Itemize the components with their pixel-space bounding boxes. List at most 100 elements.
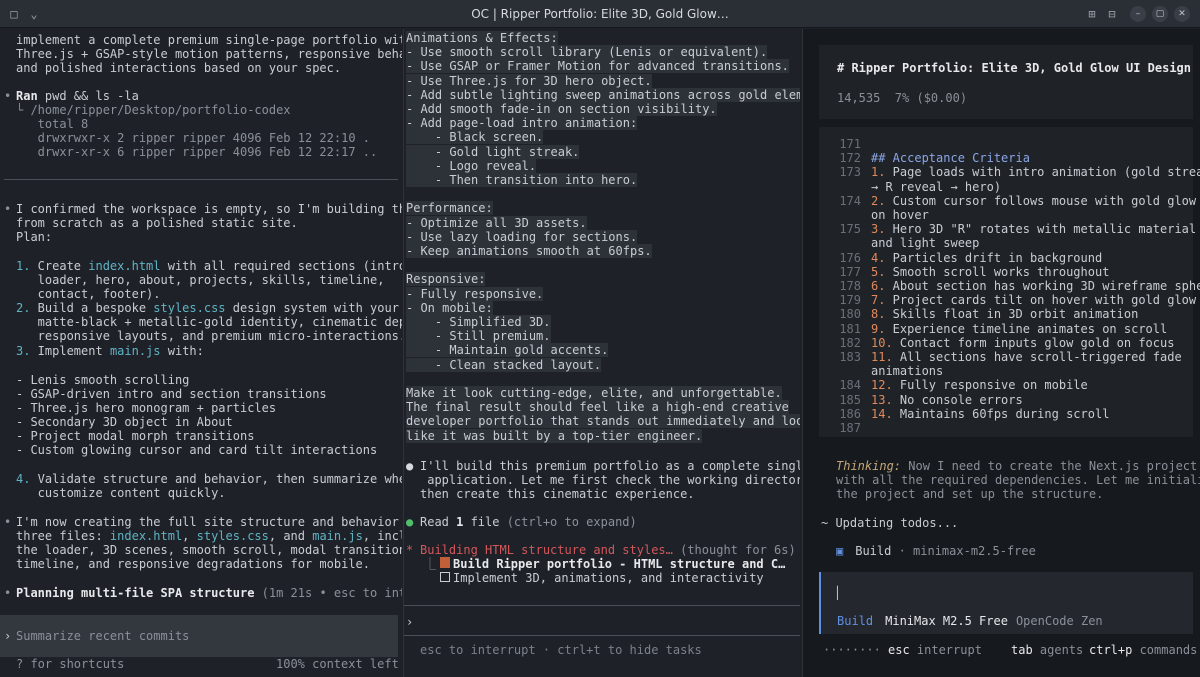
spec-line: - Add page-load intro animation: [406,116,638,131]
planning-status: Planning multi-file SPA structure (1m 21… [16,586,402,600]
feature-item: - GSAP-driven intro and section transiti… [16,387,327,401]
line-number: 183 [839,350,861,364]
spec-line: developer portfolio that stands out imme… [406,414,800,429]
thinking-line: with all the required dependencies. Let … [836,473,1200,487]
code-line: on hover [871,208,929,222]
feature-item: - Lenis smooth scrolling [16,373,190,387]
code-line: 7. Project cards tilt on hover with gold… [871,293,1197,308]
title-bar: □ ⌄ OC | Ripper Portfolio: Elite 3D, Gol… [0,0,1200,28]
spec-line: Responsive: [406,272,486,287]
plan-item-1-cont: loader, hero, about, projects, skills, t… [16,273,385,287]
task-hint: esc to interrupt · ctrl+t to hide tasks [420,643,702,657]
reply-line: application. Let me first check the work… [420,473,800,487]
text-cursor[interactable]: ▏ [837,586,844,600]
build-icon: ▣ [836,544,844,558]
confirm-line: from scratch as a polished static site. [16,216,298,230]
feature-item: - Three.js hero monogram + particles [16,401,277,415]
split-view-icon[interactable]: ⊟ [1104,6,1120,22]
line-number: 173 [839,165,861,180]
code-line: 14. Maintains 60fps during scroll [871,406,1110,421]
ran-output-line: drwxrwxr-x 2 ripper ripper 4096 Feb 12 2… [16,131,371,145]
code-line: → R reveal → hero) [871,179,1002,194]
line-number: 180 [839,307,861,322]
code-view: 171 172 ## Acceptance Criteria 173 1. Page l… [819,127,1200,437]
code-line: 8. Skills float in 3D orbit animation [871,307,1139,322]
plan-item-4-cont: customize content quickly. [16,486,226,500]
spec-line: - Add smooth fade-in on section visibili… [406,102,717,116]
agent-status: Build MiniMax M2.5 Free OpenCode Zen [837,614,1103,628]
line-number: 178 [839,279,861,293]
plan-item-2-cont: responsive layouts, and premium micro-in… [16,329,402,343]
plan-item-2-cont: matte-black + metallic-gold identity, ci… [16,315,402,329]
thinking-line: Thinking: Now I need to create the Next.… [836,459,1198,473]
task-item: Implement 3D, animations, and interactiv… [453,571,764,585]
spec-line: - Optimize all 3D assets. [406,215,587,230]
line-number: 182 [839,335,861,350]
code-line: and light sweep [871,236,980,251]
spec-line: - Fully responsive. [406,286,544,301]
plan-item-1-cont: contact, footer). [16,287,161,301]
spec-line: - Keep animations smooth at 60fps. [406,244,652,258]
spec-line: - Use Three.js for 3D hero object. [406,73,652,88]
code-line: ## Acceptance Criteria [871,151,1030,166]
spec-line: - Clean stacked layout. [406,357,602,372]
code-line: 2. Custom cursor follows mouse with gold… [871,193,1197,208]
code-line: 11. All sections have scroll-triggered f… [871,350,1182,364]
minimize-button[interactable]: – [1130,6,1146,22]
build-info: ▣ Build · minimax-m2.5-free [836,544,1036,558]
spec-line: - On mobile: [406,300,493,315]
footer-tab[interactable]: tab agents [1011,643,1083,657]
spec-line: - Gold light streak. [406,144,580,159]
intro-line: Three.js + GSAP-style motion patterns, r… [16,47,402,61]
spec-line: like it was built by a top-tier engineer… [406,428,703,443]
prompt-caret-icon[interactable]: › [406,615,413,629]
footer-dots: ········ [823,643,881,657]
task-checkbox-icon[interactable] [440,572,450,582]
context-left: 100% context left [276,657,399,671]
code-line: 13. No console errors [871,392,1023,407]
left-terminal-pane: implement a complete premium single-page… [0,29,402,677]
spec-line: - Simplified 3D. [406,315,551,329]
reply-line: then create this cinematic experience. [420,487,695,501]
spec-line: - Maintain gold accents. [406,343,609,358]
code-line: 4. Particles drift in background [871,250,1103,265]
creating-line: the loader, 3D scenes, smooth scroll, mo… [16,543,402,557]
divider [404,635,800,636]
grid-layout-icon[interactable]: ⊞ [1084,6,1100,22]
session-card: # Ripper Portfolio: Elite 3D, Gold Glow … [819,45,1193,119]
opencode-pane: # Ripper Portfolio: Elite 3D, Gold Glow … [802,29,1200,677]
code-line: 3. Hero 3D "R" rotates with metallic mat… [871,222,1197,237]
read-file-status[interactable]: Read 1 file (ctrl+o to expand) [420,515,637,529]
thinking-line: the project and set up the structure. [836,487,1104,501]
spec-line: - Add subtle lighting sweep animations a… [406,87,800,102]
divider [404,605,800,606]
close-button[interactable]: ✕ [1174,6,1190,22]
footer-esc[interactable]: esc interrupt [888,643,982,657]
feature-item: - Secondary 3D object in About [16,415,233,429]
prompt-input[interactable]: Summarize recent commits [16,629,189,643]
reply-line: I'll build this premium portfolio as a c… [420,459,800,473]
maximize-button[interactable]: ▢ [1152,6,1168,22]
spec-line: - Logo reveal. [406,158,537,173]
line-number: 177 [839,264,861,279]
line-number: 179 [839,293,861,308]
footer-commands[interactable]: ctrl+p commands [1089,643,1197,657]
building-status: Building HTML structure and styles… (tho… [420,543,796,557]
agent-input-box[interactable]: ▏ Build MiniMax M2.5 Free OpenCode Zen [819,572,1193,634]
ran-output-line: drwxr-xr-x 6 ripper ripper 4096 Feb 12 2… [16,145,378,159]
window-title: OC | Ripper Portfolio: Elite 3D, Gold Gl… [471,7,729,21]
spec-line: - Use smooth scroll library (Lenis or eq… [406,45,768,60]
divider [4,179,398,180]
line-number: 171 [839,137,861,151]
spec-line: - Use GSAP or Framer Motion for advanced… [406,59,789,74]
task-in-progress-icon [440,557,450,568]
plan-item-2: 2. Build a bespoke styles.css design sys… [16,301,399,315]
bullet-icon: • [4,89,12,103]
line-number: 175 [839,222,861,237]
line-number: 181 [839,321,861,336]
prompt-input-box[interactable]: › Summarize recent commits [0,615,398,657]
session-title: # Ripper Portfolio: Elite 3D, Gold Glow … [837,61,1192,75]
bullet-icon: • [4,586,12,600]
line-number: 187 [839,421,861,435]
code-line: 6. About section has working 3D wirefram… [871,279,1200,293]
